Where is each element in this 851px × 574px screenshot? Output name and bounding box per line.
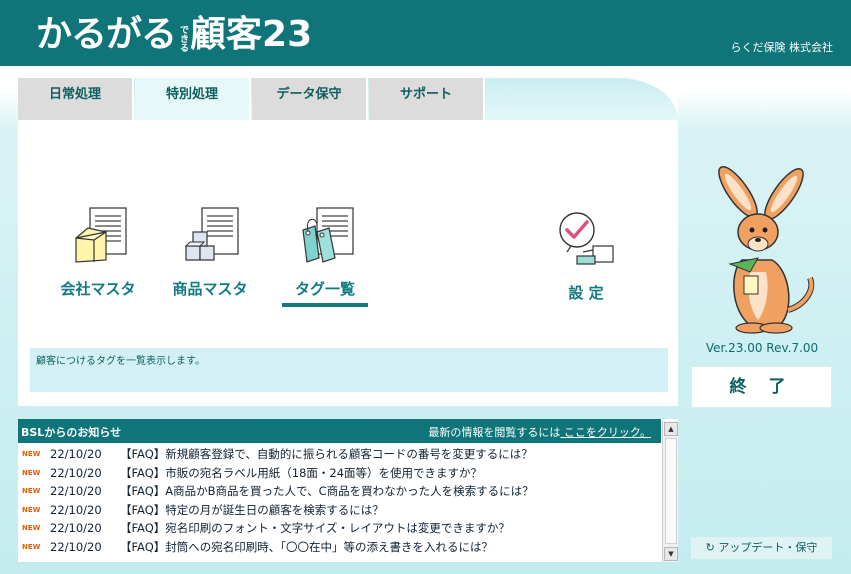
news-item[interactable]: NEW 22/10/20 【FAQ】A商品かB商品を買った人で、C商品を買わなか… bbox=[18, 482, 661, 501]
version-label: Ver.23.00 Rev.7.00 bbox=[705, 341, 819, 355]
settings-button[interactable]: 設 定 bbox=[548, 210, 624, 303]
new-badge: NEW bbox=[22, 542, 41, 551]
tag-list-icon bbox=[302, 207, 354, 263]
tab-special[interactable]: 特別処理 bbox=[135, 78, 251, 120]
new-badge: NEW bbox=[22, 468, 41, 477]
news-text: 【FAQ】新規顧客登録で、自動的に振られる顧客コードの番号を変更するには？ bbox=[120, 447, 533, 462]
news-item[interactable]: NEW 22/10/20 【FAQ】封筒への宛名印刷時、「〇〇在中」等の添え書き… bbox=[18, 538, 661, 557]
news-info: 最新の情報を閲覧するには ここをクリック。 bbox=[428, 424, 651, 440]
news-header: BSLからのお知らせ 最新の情報を閲覧するには ここをクリック。 bbox=[18, 419, 661, 443]
selected-indicator bbox=[282, 303, 368, 307]
news-item[interactable]: NEW 22/10/20 【FAQ】新規顧客登録で、自動的に振られる顧客コードの… bbox=[18, 445, 661, 464]
news-date: 22/10/20 bbox=[50, 447, 102, 462]
kangaroo-mascot-image bbox=[718, 166, 815, 334]
news-text: 【FAQ】市販の宛名ラベル用紙（18面・24面等）を使用できますか？ bbox=[120, 465, 483, 480]
news-date: 22/10/20 bbox=[50, 465, 102, 480]
new-badge: NEW bbox=[22, 487, 41, 496]
new-badge: NEW bbox=[22, 524, 41, 533]
news-date: 22/10/20 bbox=[50, 502, 102, 517]
tag-list-button[interactable]: タグ一覧 bbox=[282, 206, 368, 307]
tab-bar: 日常処理 特別処理 データ保守 サポート bbox=[18, 78, 678, 120]
logo-small-text: できる bbox=[178, 25, 189, 52]
function-description-text: 顧客につけるタグを一覧表示します。 bbox=[36, 356, 205, 367]
new-badge: NEW bbox=[22, 505, 41, 514]
tab-daily[interactable]: 日常処理 bbox=[18, 78, 134, 120]
company-master-label: 会社マスタ bbox=[60, 280, 136, 298]
scroll-thumb[interactable] bbox=[665, 438, 677, 544]
news-info-text: 最新の情報を閲覧するには bbox=[428, 426, 561, 439]
news-text: 【FAQ】宛名印刷のフォント・文字サイズ・レイアウトは変更できますか？ bbox=[120, 521, 510, 536]
news-title: BSLからのお知らせ bbox=[21, 426, 122, 439]
news-scrollbar[interactable]: ▲ ▼ bbox=[662, 421, 678, 562]
news-date: 22/10/20 bbox=[50, 521, 102, 536]
news-date: 22/10/20 bbox=[50, 484, 102, 499]
company-master-button[interactable]: 会社マスタ bbox=[58, 206, 138, 299]
company-name: らくだ保険 株式会社 bbox=[730, 41, 834, 54]
product-master-icon bbox=[184, 207, 239, 261]
news-date: 22/10/20 bbox=[50, 539, 102, 554]
news-item[interactable]: NEW 22/10/20 【FAQ】特定の月が誕生日の顧客を検索するには？ bbox=[18, 501, 661, 520]
settings-icon bbox=[559, 212, 614, 265]
news-text: 【FAQ】特定の月が誕生日の顧客を検索するには？ bbox=[120, 502, 384, 517]
settings-label: 設 定 bbox=[568, 284, 604, 302]
product-master-label: 商品マスタ bbox=[172, 280, 248, 298]
news-text: 【FAQ】A商品かB商品を買った人で、C商品を買わなかった人を検索するには？ bbox=[120, 484, 534, 499]
news-text: 【FAQ】封筒への宛名印刷時、「〇〇在中」等の添え書きを入れるには？ bbox=[120, 539, 494, 554]
tab-data-maintenance[interactable]: データ保守 bbox=[252, 78, 368, 120]
update-maintenance-button[interactable]: ↻ アップデート・保守 bbox=[691, 537, 832, 559]
news-list: NEW 22/10/20 【FAQ】新規顧客登録で、自動的に振られる顧客コードの… bbox=[18, 445, 661, 556]
news-info-link[interactable]: ここをクリック。 bbox=[560, 426, 651, 439]
scroll-up-icon[interactable]: ▲ bbox=[664, 422, 678, 436]
refresh-icon: ↻ bbox=[705, 541, 719, 554]
function-description: 顧客につけるタグを一覧表示します。 bbox=[30, 348, 668, 392]
logo-main-text: かるがる bbox=[36, 14, 177, 55]
product-master-button[interactable]: 商品マスタ bbox=[170, 206, 250, 299]
tab-support[interactable]: サポート bbox=[369, 78, 485, 120]
new-badge: NEW bbox=[22, 450, 41, 459]
logo-product-name: 顧客23 bbox=[190, 14, 313, 55]
news-panel: BSLからのお知らせ 最新の情報を閲覧するには ここをクリック。 NEW 22/… bbox=[18, 419, 678, 562]
app-header: かるがる できる 顧客23 らくだ保険 株式会社 bbox=[0, 0, 851, 66]
tag-list-label: タグ一覧 bbox=[294, 280, 355, 298]
scroll-down-icon[interactable]: ▼ bbox=[664, 547, 678, 561]
app-logo: かるがる できる 顧客23 bbox=[36, 12, 312, 58]
update-maintenance-label: アップデート・保守 bbox=[718, 541, 818, 554]
company-master-icon bbox=[75, 207, 127, 263]
exit-button[interactable]: 終 了 bbox=[691, 366, 832, 408]
news-item[interactable]: NEW 22/10/20 【FAQ】市販の宛名ラベル用紙（18面・24面等）を使… bbox=[18, 464, 661, 483]
main-panel: 日常処理 特別処理 データ保守 サポート 会社マスタ 商品マスタ タグ一覧 設 … bbox=[18, 78, 678, 406]
news-item[interactable]: NEW 22/10/20 【FAQ】宛名印刷のフォント・文字サイズ・レイアウトは… bbox=[18, 519, 661, 538]
